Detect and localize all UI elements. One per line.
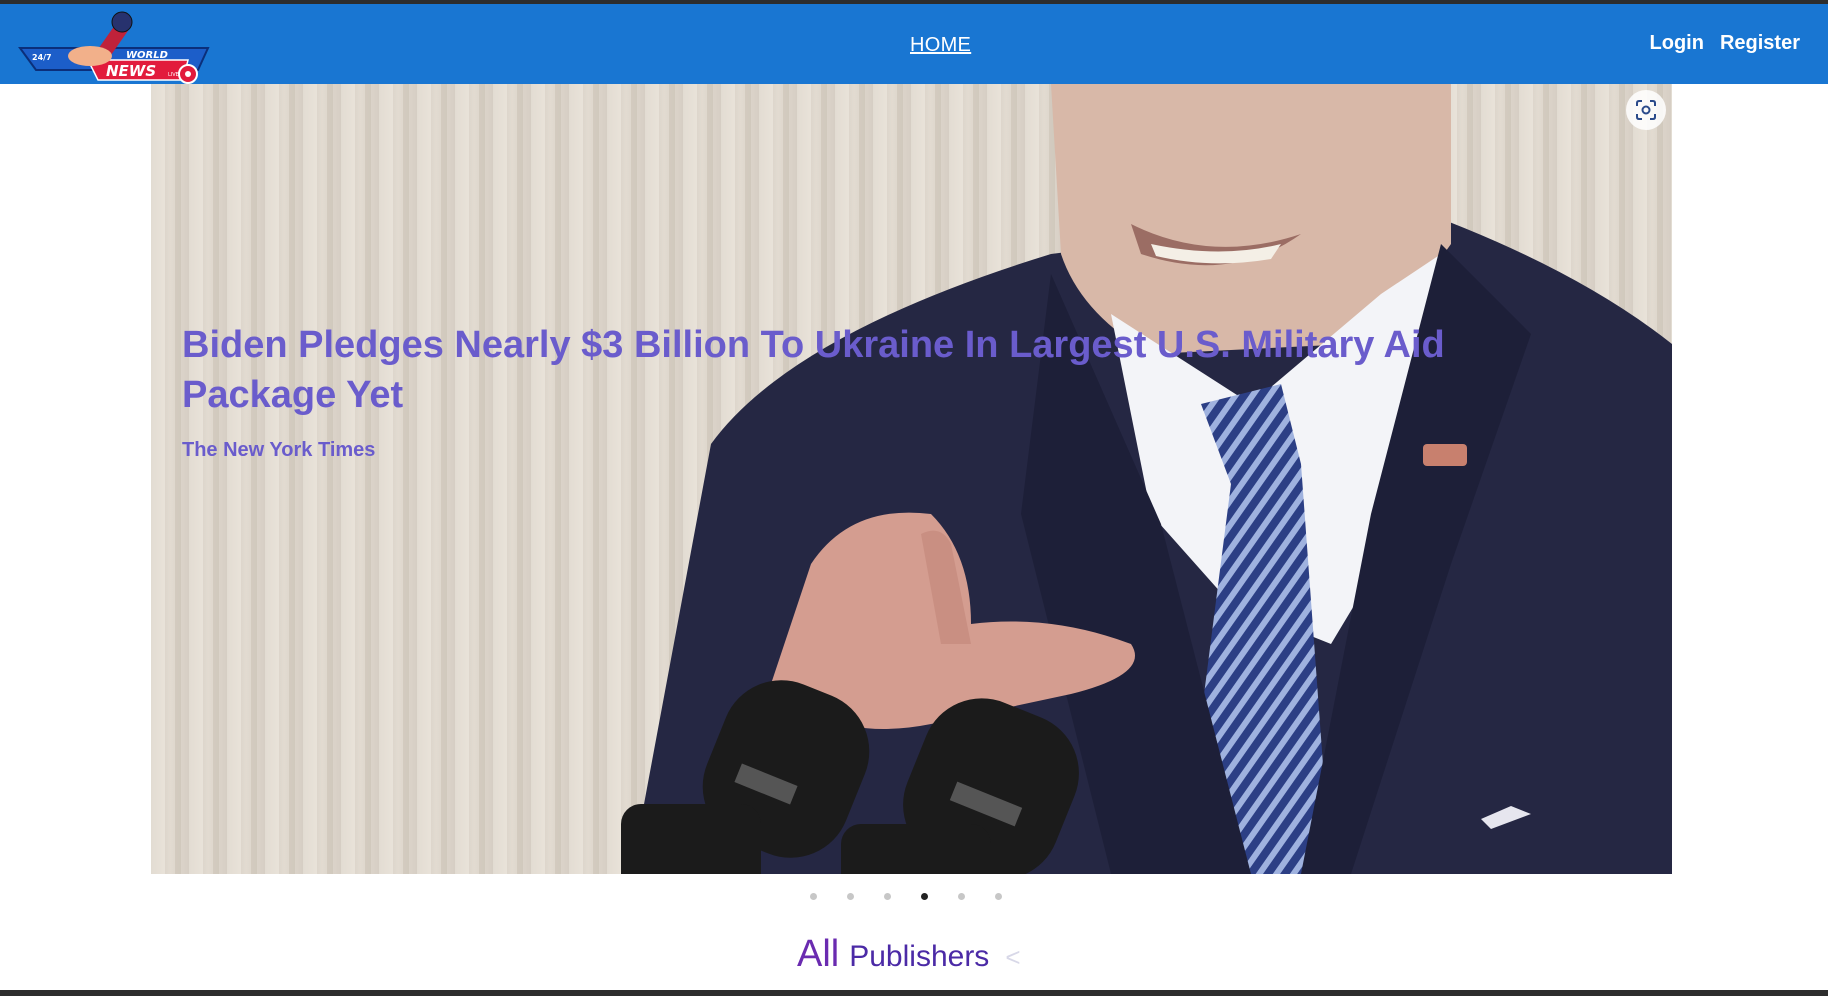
logo-news-text: NEWS bbox=[106, 62, 156, 80]
site-logo[interactable]: 24/7 WORLD NEWS LIVE bbox=[18, 8, 213, 84]
navbar: 24/7 WORLD NEWS LIVE HOME Login Register bbox=[0, 4, 1828, 84]
logo-graphic: 24/7 WORLD NEWS LIVE bbox=[18, 11, 210, 84]
nav-home-link[interactable]: HOME bbox=[910, 34, 971, 57]
carousel-dot-2[interactable] bbox=[847, 893, 854, 900]
logo-live-text: LIVE bbox=[168, 72, 179, 78]
carousel-dot-5[interactable] bbox=[958, 893, 965, 900]
carousel-indicators bbox=[810, 893, 1002, 900]
focus-mode-button[interactable] bbox=[1626, 90, 1666, 130]
logo-247-text: 24/7 bbox=[32, 53, 52, 62]
hero-source: The New York Times bbox=[182, 439, 376, 461]
window-bottom-border bbox=[0, 990, 1828, 996]
chevron-left-icon[interactable]: < bbox=[1005, 942, 1020, 973]
auth-links: Login Register bbox=[1650, 32, 1800, 55]
register-button[interactable]: Register bbox=[1720, 32, 1800, 55]
hero-carousel-slide[interactable]: Biden Pledges Nearly $3 Billion To Ukrai… bbox=[151, 84, 1672, 874]
carousel-dot-3[interactable] bbox=[884, 893, 891, 900]
scan-focus-icon bbox=[1636, 100, 1656, 120]
publishers-all-label: All bbox=[797, 933, 840, 975]
hero-headline[interactable]: Biden Pledges Nearly $3 Billion To Ukrai… bbox=[182, 320, 1582, 420]
carousel-dot-6[interactable] bbox=[995, 893, 1002, 900]
logo-world-text: WORLD bbox=[126, 50, 168, 61]
publishers-heading: All Publishers < bbox=[797, 933, 1021, 976]
carousel-dot-4[interactable] bbox=[921, 893, 928, 900]
login-button[interactable]: Login bbox=[1650, 32, 1704, 55]
publishers-label: Publishers bbox=[849, 940, 990, 973]
hero-photo bbox=[151, 84, 1672, 874]
carousel-dot-1[interactable] bbox=[810, 893, 817, 900]
